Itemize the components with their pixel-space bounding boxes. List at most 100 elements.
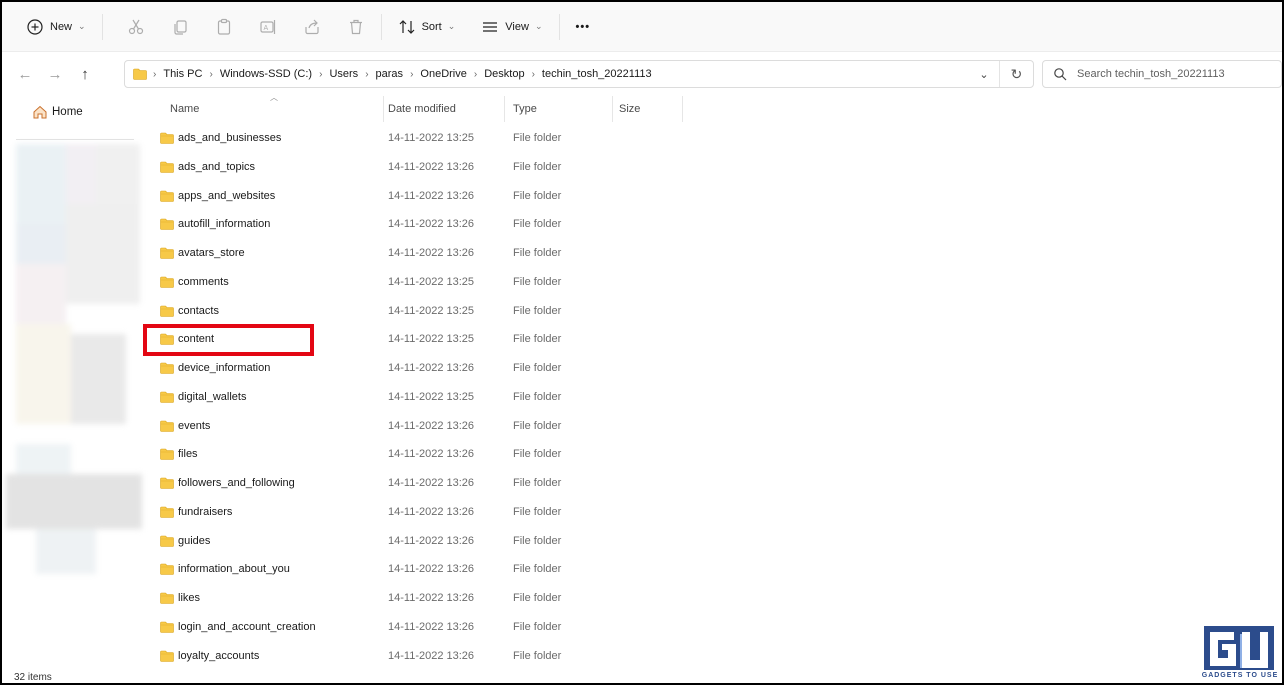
file-name-cell[interactable]: likes [160,584,200,612]
file-name-cell[interactable]: contacts [160,297,219,325]
breadcrumb-onedrive[interactable]: OneDrive [420,68,466,80]
chevron-down-icon[interactable]: ⌄ [969,68,999,81]
sort-button[interactable]: Sort ⌄ [392,11,462,43]
cut-button[interactable] [121,11,151,43]
file-name-cell[interactable]: files [160,440,198,468]
file-date-modified: 14-11-2022 13:26 [388,247,475,259]
nav-item-home[interactable]: Home [32,104,83,120]
file-row[interactable]: login_and_account_creation 14-11-2022 13:… [152,613,692,641]
file-type: File folder [513,477,562,489]
file-name-cell[interactable]: autofill_information [160,210,270,238]
chevron-down-icon: ⌄ [78,21,86,31]
file-row[interactable]: likes 14-11-2022 13:26 File folder [152,584,692,612]
file-name: digital_wallets [178,390,247,403]
file-row[interactable]: fundraisers 14-11-2022 13:26 File folder [152,498,692,526]
file-name: guides [178,534,211,547]
status-item-count: 32 items [14,672,52,683]
file-name: ads_and_topics [178,160,256,173]
folder-icon [160,247,174,259]
file-row[interactable]: files 14-11-2022 13:26 File folder [152,440,692,468]
file-name: apps_and_websites [178,189,276,202]
breadcrumb-current-folder[interactable]: techin_tosh_20221113 [542,68,652,80]
folder-icon [160,448,174,461]
folder-icon [160,506,174,518]
file-explorer-window: New ⌄ A Sort ⌄ View ⌄ ••• ← → ↑ › This P… [0,0,1284,685]
more-options-button[interactable]: ••• [570,11,597,43]
breadcrumb-this-pc[interactable]: This PC [163,68,202,80]
folder-icon [160,190,174,202]
address-bar[interactable]: › This PC › Windows-SSD (C:) › Users › p… [124,60,1034,88]
folder-icon [160,650,174,662]
file-name-cell[interactable]: device_information [160,354,270,382]
file-type: File folder [513,649,562,662]
file-name-cell[interactable]: apps_and_websites [160,182,275,210]
file-row[interactable]: followers_and_following 14-11-2022 13:26 F… [152,469,692,497]
column-header-date-modified[interactable]: Date modified [380,96,505,122]
up-button[interactable]: ↑ [74,63,96,85]
file-row[interactable]: guides 14-11-2022 13:26 File folder [152,527,692,555]
file-row[interactable]: digital_wallets 14-11-2022 13:25 File fold… [152,383,692,411]
back-button[interactable]: ← [14,63,36,85]
search-input[interactable] [1077,68,1267,80]
share-button[interactable] [297,11,327,43]
file-row[interactable]: ads_and_topics 14-11-2022 13:26 File folde… [152,153,692,181]
breadcrumb-drive[interactable]: Windows-SSD (C:) [220,68,312,80]
forward-button[interactable]: → [44,63,66,85]
file-name-cell[interactable]: events [160,412,210,440]
file-date-modified: 14-11-2022 13:26 [388,419,475,432]
paste-button[interactable] [209,11,239,43]
file-name-cell[interactable]: ads_and_businesses [160,124,281,152]
breadcrumb-paras[interactable]: paras [376,68,404,80]
file-name: loyalty_accounts [178,649,260,662]
file-name-cell[interactable]: fundraisers [160,498,232,526]
file-type: File folder [513,189,562,202]
file-row[interactable]: device_information 14-11-2022 13:26 File f… [152,354,692,382]
search-box[interactable] [1042,60,1282,88]
file-row[interactable]: comments 14-11-2022 13:25 File folder [152,268,692,296]
folder-icon [133,68,147,80]
file-name-cell[interactable]: information_about_you [160,555,290,583]
file-row[interactable]: avatars_store 14-11-2022 13:26 File folder [152,239,692,267]
column-header-size[interactable]: Size [611,96,683,122]
column-header-type[interactable]: Type [505,96,613,122]
new-button[interactable]: New ⌄ [20,11,92,43]
column-header-name[interactable]: Name [162,96,384,122]
file-name-cell[interactable]: comments [160,268,229,296]
copy-button[interactable] [165,11,195,43]
file-type: File folder [513,448,562,461]
file-name-cell[interactable]: loyalty_accounts [160,642,259,670]
file-row[interactable]: autofill_information 14-11-2022 13:26 File… [152,210,692,238]
file-name: comments [178,275,229,288]
file-type: File folder [513,505,562,518]
file-date-modified: 14-11-2022 13:26 [388,620,475,633]
file-name-cell[interactable]: guides [160,527,210,555]
file-row[interactable]: contacts 14-11-2022 13:25 File folder [152,297,692,325]
file-name-cell[interactable]: avatars_store [160,239,245,267]
rename-icon: A [259,18,277,36]
file-name-cell[interactable]: login_and_account_creation [160,613,316,641]
file-row[interactable]: events 14-11-2022 13:26 File folder [152,412,692,440]
breadcrumb-users[interactable]: Users [329,68,358,80]
chevron-right-icon: › [410,68,414,80]
file-name-cell[interactable]: ads_and_topics [160,153,255,181]
file-row[interactable]: ads_and_businesses 14-11-2022 13:25 File f… [152,124,692,152]
refresh-icon[interactable]: ↻ [999,61,1033,87]
chevron-down-icon: ⌄ [447,21,456,31]
watermark-text: GADGETS TO USE [1201,672,1279,679]
folder-icon [160,161,174,173]
delete-button[interactable] [341,11,371,43]
view-button[interactable]: View ⌄ [475,11,548,43]
file-row[interactable]: apps_and_websites 14-11-2022 13:26 File fo… [152,182,692,210]
rename-button[interactable]: A [253,11,283,43]
nav-divider [16,139,134,140]
file-row[interactable]: loyalty_accounts 14-11-2022 13:26 File fol… [152,642,692,670]
folder-icon [160,477,174,489]
file-name-cell[interactable]: followers_and_following [160,469,295,497]
file-type: File folder [513,247,562,259]
file-date-modified: 14-11-2022 13:26 [388,160,475,173]
file-row[interactable]: information_about_you 14-11-2022 13:26 Fil… [152,555,692,583]
breadcrumb-desktop[interactable]: Desktop [484,68,524,80]
file-name: ads_and_businesses [178,132,282,144]
file-name: device_information [178,362,271,374]
file-name-cell[interactable]: digital_wallets [160,383,246,411]
